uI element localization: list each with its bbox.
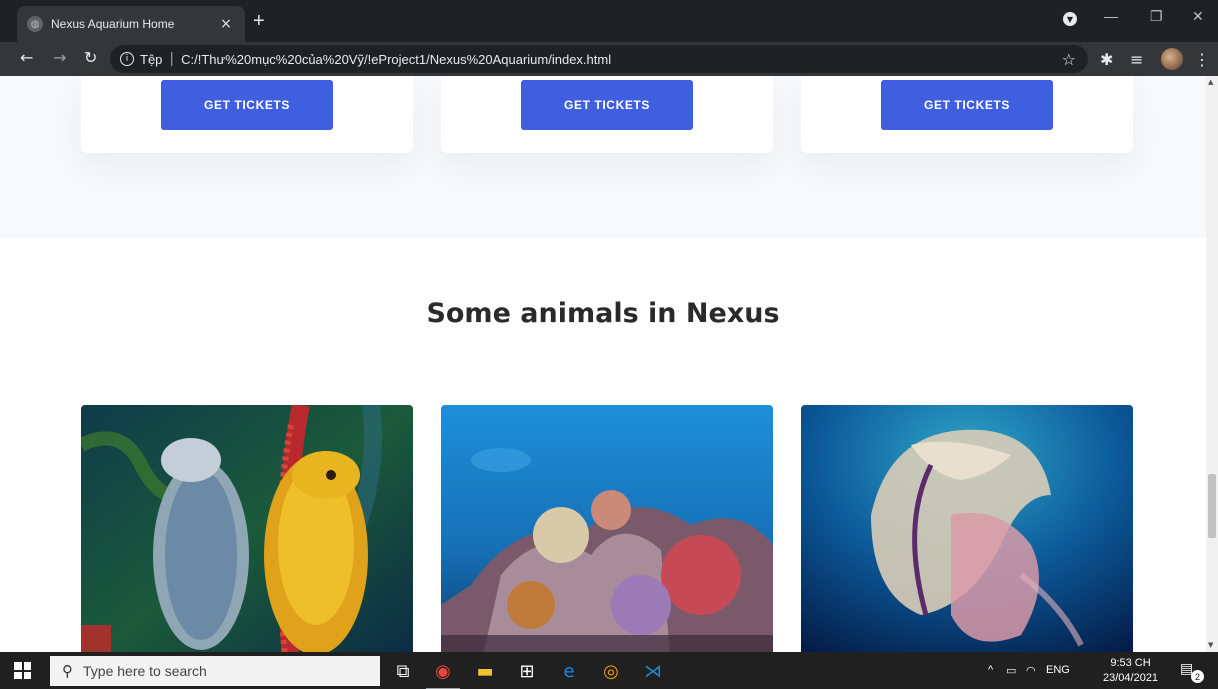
restore-icon[interactable]: ❐ — [1150, 8, 1163, 25]
scroll-up-icon[interactable]: ▲ — [1208, 78, 1213, 86]
taskbar-search-input[interactable]: ⚲ Type here to search — [50, 656, 380, 686]
tray-chevron-icon[interactable]: ^ — [988, 664, 993, 676]
scroll-down-icon[interactable]: ▼ — [1208, 641, 1213, 649]
chrome-icon[interactable]: ◉ — [426, 658, 460, 689]
address-bar[interactable]: i Tệp | C:/!Thư%20mục%20của%20Vỹ/!eProje… — [110, 45, 1088, 73]
kebab-menu-icon[interactable]: ⋮ — [1194, 50, 1210, 69]
ticket-card: GET TICKETS — [441, 76, 773, 153]
reload-icon[interactable]: ↻ — [84, 48, 97, 67]
coral-reef-image[interactable] — [441, 405, 773, 652]
search-icon: ⚲ — [62, 662, 73, 680]
vscode-icon[interactable]: ⋊ — [640, 658, 666, 684]
jellyfish-image[interactable] — [801, 405, 1133, 652]
scroll-thumb[interactable] — [1208, 474, 1216, 538]
star-icon[interactable]: ☆ — [1062, 50, 1076, 69]
page-scrollbar[interactable]: ▲ ▼ — [1206, 76, 1218, 652]
back-arrow-icon[interactable]: ← — [20, 48, 33, 67]
seahorse-image[interactable] — [81, 405, 413, 652]
clock-date: 23/04/2021 — [1103, 672, 1159, 684]
tab-title: Nexus Aquarium Home — [51, 17, 175, 31]
tab-close-icon[interactable]: × — [217, 16, 235, 32]
notification-badge: 2 — [1191, 670, 1204, 683]
forward-arrow-icon[interactable]: → — [53, 48, 66, 67]
ticket-card: GET TICKETS — [81, 76, 413, 153]
divider: | — [169, 51, 175, 67]
clock[interactable]: 9:53 CH 23/04/2021 — [1103, 656, 1158, 686]
extensions-icon[interactable]: ✱ — [1100, 50, 1113, 69]
language-indicator[interactable]: ENG — [1046, 664, 1070, 676]
url-text[interactable]: C:/!Thư%20mục%20của%20Vỹ/!eProject1/Nexu… — [181, 52, 611, 67]
tab-search-icon[interactable]: ▼ — [1063, 12, 1077, 26]
minimize-icon[interactable]: — — [1104, 8, 1118, 24]
site-label: Tệp — [140, 51, 163, 67]
ticket-card: GET TICKETS — [801, 76, 1133, 153]
get-tickets-button[interactable]: GET TICKETS — [881, 80, 1053, 130]
tickets-section: GET TICKETS GET TICKETS GET TICKETS — [0, 76, 1206, 238]
internet-explorer-icon[interactable]: e — [556, 658, 582, 684]
network-app-icon[interactable]: ⊞ — [514, 658, 540, 684]
get-tickets-button[interactable]: GET TICKETS — [521, 80, 693, 130]
search-placeholder: Type here to search — [83, 663, 207, 679]
browser-tab[interactable]: ◍ Nexus Aquarium Home × — [17, 6, 245, 42]
chrome-alt-icon[interactable]: ◎ — [598, 658, 624, 684]
file-explorer-icon[interactable]: ▬ — [472, 658, 498, 684]
section-title: Some animals in Nexus — [426, 298, 780, 329]
new-tab-button[interactable]: + — [253, 10, 265, 33]
windows-taskbar: ⚲ Type here to search ⧉ ◉ ▬ ⊞ e ◎ ⋊ ^ ▭ … — [0, 652, 1218, 689]
globe-icon: ◍ — [27, 16, 43, 32]
page-viewport: GET TICKETS GET TICKETS GET TICKETS Some… — [0, 76, 1206, 652]
info-icon[interactable]: i — [120, 52, 134, 66]
clock-time: 9:53 CH — [1110, 657, 1151, 669]
task-view-icon[interactable]: ⧉ — [390, 658, 416, 684]
close-window-icon[interactable]: ✕ — [1192, 8, 1204, 25]
browser-titlebar: ◍ Nexus Aquarium Home × + ▼ — ❐ ✕ — [0, 0, 1218, 42]
battery-icon[interactable]: ▭ — [1006, 664, 1016, 677]
windows-start-icon[interactable] — [14, 662, 31, 679]
reading-list-icon[interactable]: ≡ — [1130, 50, 1143, 69]
browser-toolbar: ← → ↻ i Tệp | C:/!Thư%20mục%20của%20Vỹ/!… — [0, 42, 1218, 76]
get-tickets-button[interactable]: GET TICKETS — [161, 80, 333, 130]
profile-avatar-icon[interactable] — [1161, 48, 1183, 70]
wifi-icon[interactable]: ◠ — [1026, 664, 1036, 677]
